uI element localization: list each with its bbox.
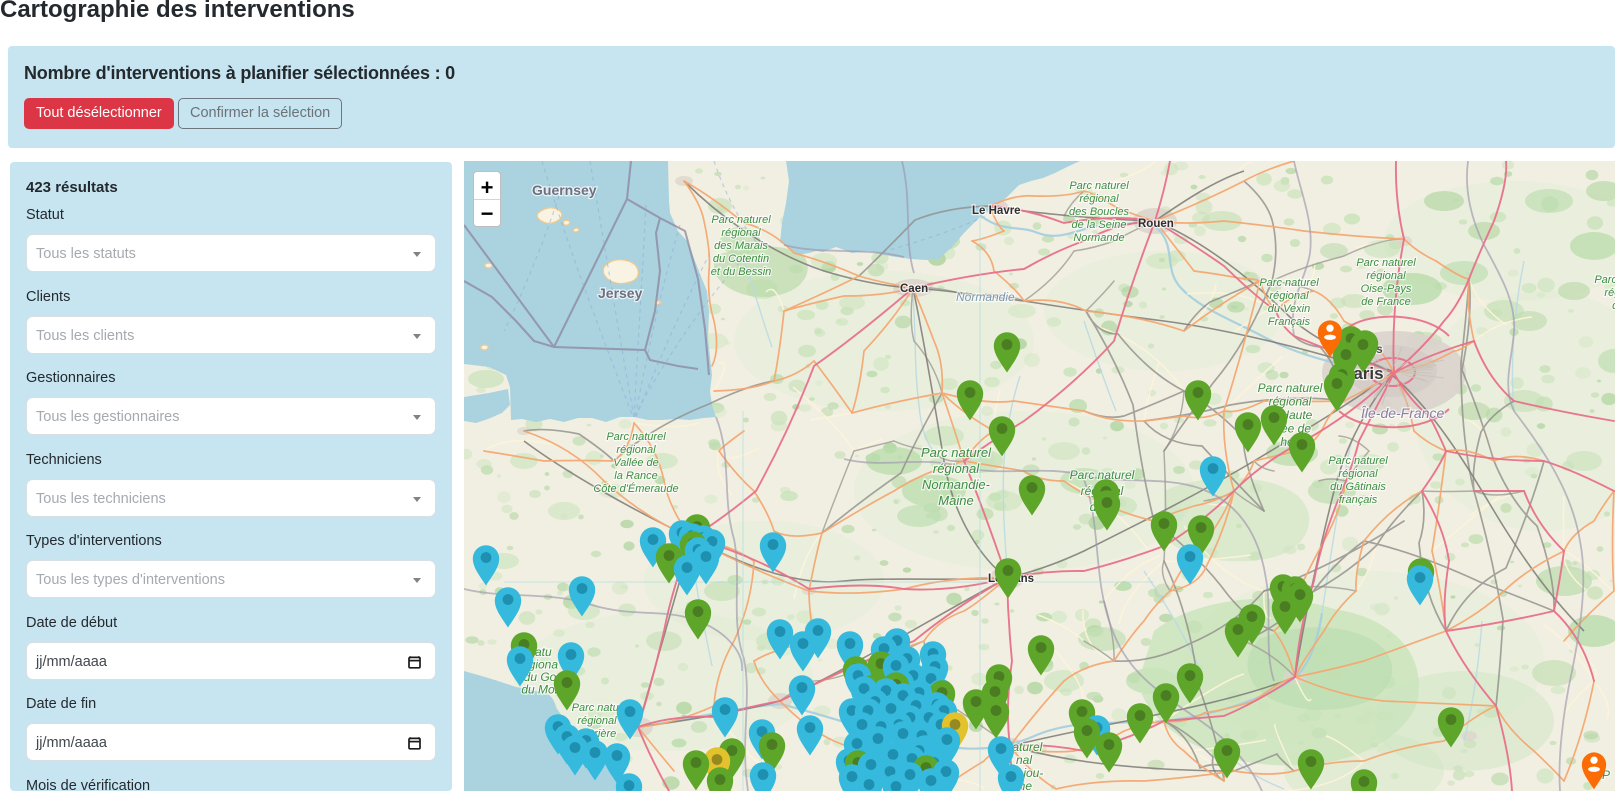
svg-text:de la Seine: de la Seine bbox=[1071, 219, 1126, 231]
svg-text:Parc natur: Parc natur bbox=[572, 702, 624, 714]
svg-text:du Cotentin: du Cotentin bbox=[713, 253, 769, 265]
svg-text:français: français bbox=[1339, 494, 1378, 506]
svg-text:Parc naturel: Parc naturel bbox=[1594, 274, 1615, 286]
svg-text:et du Bessin: et du Bessin bbox=[711, 266, 772, 278]
svg-text:régional: régional bbox=[1079, 193, 1119, 205]
svg-text:du Vexin: du Vexin bbox=[1268, 303, 1310, 315]
svg-text:régional: régional bbox=[1366, 270, 1406, 282]
svg-text:Parc naturel: Parc naturel bbox=[1356, 257, 1416, 269]
svg-text:régional: régional bbox=[721, 227, 761, 239]
svg-text:de France: de France bbox=[1361, 296, 1411, 308]
svg-text:Parc naturel: Parc naturel bbox=[1259, 277, 1319, 289]
svg-text:régional: régional bbox=[1269, 290, 1309, 302]
svg-text:Parc naturel: Parc naturel bbox=[1069, 180, 1129, 192]
svg-text:Vallée de: Vallée de bbox=[613, 457, 658, 469]
svg-text:Guernsey: Guernsey bbox=[532, 182, 597, 198]
svg-text:Parc naturel: Parc naturel bbox=[1328, 455, 1388, 467]
svg-text:la Rance: la Rance bbox=[614, 470, 657, 482]
svg-text:Côte d'Émeraude: Côte d'Émeraude bbox=[593, 482, 678, 495]
svg-text:Parc naturel: Parc naturel bbox=[711, 214, 771, 226]
svg-text:nal: nal bbox=[1016, 753, 1032, 767]
svg-text:Île-de-France: Île-de-France bbox=[1361, 405, 1444, 421]
svg-text:régional: régional bbox=[577, 715, 617, 727]
svg-text:Jersey: Jersey bbox=[598, 285, 643, 301]
svg-text:Parc naturel: Parc naturel bbox=[606, 431, 666, 443]
svg-text:Normandie-: Normandie- bbox=[922, 477, 991, 492]
svg-text:Normande: Normande bbox=[1073, 232, 1124, 244]
svg-text:régional: régional bbox=[1338, 468, 1378, 480]
svg-text:Oise-Pays: Oise-Pays bbox=[1361, 283, 1412, 295]
svg-text:Le Havre: Le Havre bbox=[972, 205, 1021, 217]
svg-text:du Gâtinais: du Gâtinais bbox=[1330, 481, 1386, 493]
svg-text:Français: Français bbox=[1268, 316, 1311, 328]
svg-text:Parc naturel: Parc naturel bbox=[921, 445, 992, 460]
svg-text:régional: régional bbox=[1604, 287, 1615, 299]
svg-text:Maine: Maine bbox=[938, 493, 973, 508]
svg-text:Normandie: Normandie bbox=[956, 290, 1015, 304]
svg-text:Rouen: Rouen bbox=[1138, 218, 1174, 230]
svg-text:des Boucles: des Boucles bbox=[1069, 206, 1129, 218]
svg-text:Caen: Caen bbox=[900, 283, 928, 295]
svg-text:régional: régional bbox=[933, 461, 980, 476]
svg-text:régional: régional bbox=[616, 444, 656, 456]
svg-text:des Marais: des Marais bbox=[714, 240, 768, 252]
svg-text:Parc naturel: Parc naturel bbox=[1258, 381, 1323, 395]
